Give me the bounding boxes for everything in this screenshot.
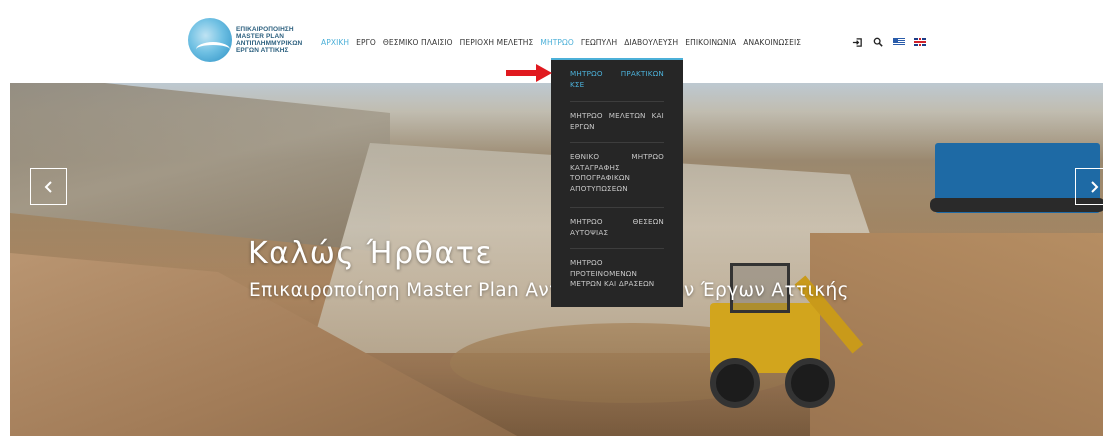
red-arrow-annotation-icon bbox=[506, 64, 552, 82]
hero-photo-wall bbox=[10, 83, 390, 253]
page: Καλώς Ήρθατε Επικαιροποίηση Master Plan … bbox=[0, 0, 1103, 436]
nav-item-contact[interactable]: ΕΠΙΚΟΙΝΩΝΙΑ bbox=[685, 38, 736, 47]
logo-emblem-icon bbox=[188, 18, 232, 62]
nav-item-legal-framework[interactable]: ΘΕΣΜΙΚΟ ΠΛΑΙΣΙΟ bbox=[383, 38, 453, 47]
chevron-right-icon bbox=[1090, 180, 1098, 193]
dropdown-item-topographic-surveys[interactable]: ΕΘΝΙΚΟ ΜΗΤΡΩΟ ΚΑΤΑΓΡΑΦΗΣ ΤΟΠΟΓΡΑΦΙΚΩΝ ΑΠ… bbox=[570, 152, 664, 194]
logo-text: ΕΠΙΚΑΙΡΟΠΟΙΗΣΗ MASTER PLAN ΑΝΤΙΠΛΗΜΜΥΡΙΚ… bbox=[236, 26, 302, 54]
login-icon[interactable] bbox=[851, 36, 863, 48]
chevron-left-icon bbox=[44, 180, 52, 193]
slider-next-button[interactable] bbox=[1075, 168, 1103, 205]
dropdown-divider bbox=[570, 142, 664, 143]
logo-line: MASTER PLAN bbox=[236, 33, 285, 40]
dropdown-item-proposed-measures[interactable]: ΜΗΤΡΩΟ ΠΡΟΤΕΙΝΟΜΕΝΩΝ ΜΕΤΡΩΝ ΚΑΙ ΔΡΑΣΕΩΝ bbox=[570, 258, 664, 290]
dropdown-item-studies-works[interactable]: ΜΗΤΡΩΟ ΜΕΛΕΤΩΝ ΚΑΙ ΕΡΓΩΝ bbox=[570, 111, 664, 132]
uk-flag-icon[interactable] bbox=[914, 36, 926, 48]
dropdown-item-inspection-sites[interactable]: ΜΗΤΡΩΟ ΘΕΣΕΩΝ ΑΥΤΟΨΙΑΣ bbox=[570, 217, 664, 238]
registry-dropdown-menu: ΜΗΤΡΩΟ ΠΡΑΚΤΙΚΩΝ ΚΣΕ ΜΗΤΡΩΟ ΜΕΛΕΤΩΝ ΚΑΙ … bbox=[551, 58, 683, 307]
logo-line: ΕΡΓΩΝ ΑΤΤΙΚΗΣ bbox=[236, 47, 289, 54]
hero-subtitle: Επικαιροποίηση Master Plan Αντιπλημμυρικ… bbox=[249, 280, 849, 301]
site-logo[interactable]: ΕΠΙΚΑΙΡΟΠΟΙΗΣΗ MASTER PLAN ΑΝΤΙΠΛΗΜΜΥΡΙΚ… bbox=[188, 18, 302, 62]
dropdown-item-practices-kse[interactable]: ΜΗΤΡΩΟ ΠΡΑΚΤΙΚΩΝ ΚΣΕ bbox=[570, 69, 664, 90]
hero-title: Καλώς Ήρθατε bbox=[248, 236, 494, 271]
logo-line: ΕΠΙΚΑΙΡΟΠΟΙΗΣΗ bbox=[236, 26, 294, 33]
nav-item-project[interactable]: ΕΡΓΟ bbox=[356, 38, 376, 47]
nav-item-consultation[interactable]: ΔΙΑΒΟΥΛΕΥΣΗ bbox=[624, 38, 678, 47]
dropdown-divider bbox=[570, 101, 664, 102]
logo-line: ΑΝΤΙΠΛΗΜΜΥΡΙΚΩΝ bbox=[236, 40, 303, 47]
search-icon[interactable] bbox=[872, 36, 884, 48]
nav-item-registry[interactable]: ΜΗΤΡΩΟ bbox=[540, 38, 573, 47]
dropdown-divider bbox=[570, 207, 664, 208]
nav-item-study-area[interactable]: ΠΕΡΙΟΧΗ ΜΕΛΕΤΗΣ bbox=[460, 38, 534, 47]
main-nav: ΑΡΧΙΚΗ ΕΡΓΟ ΘΕΣΜΙΚΟ ΠΛΑΙΣΙΟ ΠΕΡΙΟΧΗ ΜΕΛΕ… bbox=[321, 38, 808, 47]
nav-item-geoportal[interactable]: ΓΕΩΠΥΛΗ bbox=[581, 38, 617, 47]
greek-flag-icon[interactable] bbox=[893, 36, 905, 48]
nav-item-announcements[interactable]: ΑΝΑΚΟΙΝΩΣΕΙΣ bbox=[743, 38, 801, 47]
header-icons bbox=[851, 36, 935, 48]
slider-prev-button[interactable] bbox=[30, 168, 67, 205]
dropdown-divider bbox=[570, 248, 664, 249]
nav-item-home[interactable]: ΑΡΧΙΚΗ bbox=[321, 38, 349, 47]
